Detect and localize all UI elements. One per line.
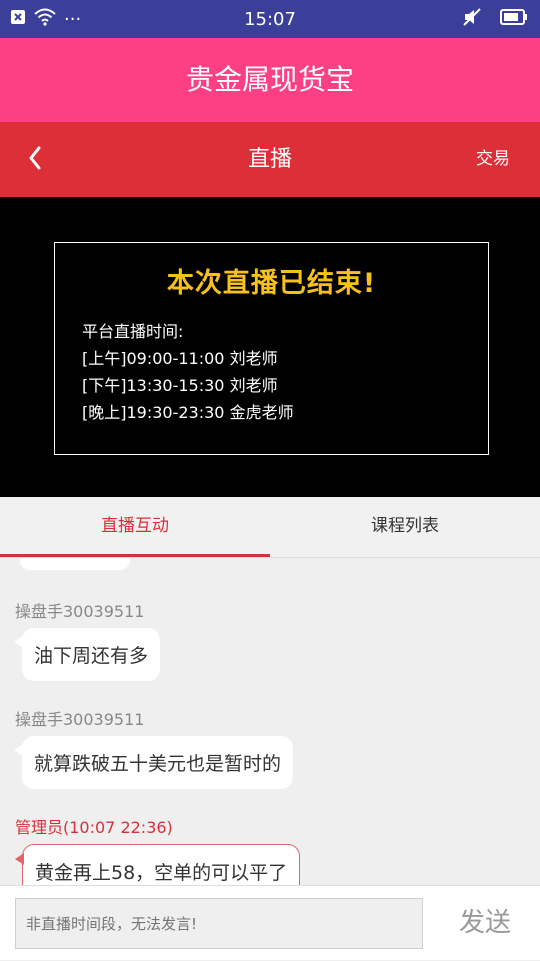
message-sender: 操盘手30039511 <box>15 710 145 729</box>
back-button[interactable] <box>20 138 60 178</box>
schedule-afternoon: [下午]13:30-15:30 刘老师 <box>82 376 278 395</box>
message-bubble-admin: 黄金再上58，空单的可以平了 <box>14 844 301 885</box>
nav-bar: 直播 交易 <box>0 122 540 197</box>
live-ended-notice: 本次直播已结束! 平台直播时间: [上午]09:00-11:00 刘老师 [下午… <box>54 242 489 455</box>
send-button[interactable]: 发送 <box>440 886 530 961</box>
chevron-left-icon <box>29 146 41 170</box>
chat-input[interactable] <box>15 898 423 949</box>
nav-title: 直播 <box>247 147 292 172</box>
tab-course-list[interactable]: 课程列表 <box>270 497 540 557</box>
previous-message-bubble <box>20 558 130 570</box>
battery-icon <box>500 8 528 31</box>
chat-message-admin: 管理员(10:07 22:36) 黄金再上58，空单的可以平了 <box>14 814 301 885</box>
tab-live-interaction[interactable]: 直播互动 <box>0 497 270 557</box>
schedule-evening: [晚上]19:30-23:30 金虎老师 <box>82 403 294 422</box>
message-sender-admin: 管理员(10:07 22:36) <box>15 818 173 837</box>
chat-message: 操盘手30039511 就算跌破五十美元也是暂时的 <box>13 706 294 789</box>
chat-list[interactable]: 操盘手30039511 油下周还有多 操盘手30039511 就算跌破五十美元也… <box>0 558 540 885</box>
message-bubble: 油下周还有多 <box>13 628 161 681</box>
clock: 15:07 <box>244 9 296 30</box>
chat-message: 操盘手30039511 油下周还有多 <box>13 598 161 681</box>
schedule-morning: [上午]09:00-11:00 刘老师 <box>82 349 278 368</box>
live-video-area: 本次直播已结束! 平台直播时间: [上午]09:00-11:00 刘老师 [下午… <box>0 197 540 497</box>
status-bar: ··· 15:07 <box>0 0 540 38</box>
message-sender: 操盘手30039511 <box>15 602 145 621</box>
tab-bar: 直播互动 课程列表 <box>0 497 540 558</box>
live-ended-headline: 本次直播已结束! <box>166 268 377 299</box>
schedule-title: 平台直播时间: <box>82 322 184 341</box>
message-bubble: 就算跌破五十美元也是暂时的 <box>13 736 294 789</box>
mute-icon <box>462 7 482 32</box>
app-title: 贵金属现货宝 <box>0 38 540 122</box>
trade-link[interactable]: 交易 <box>476 122 510 197</box>
input-bar: 发送 <box>0 885 540 960</box>
